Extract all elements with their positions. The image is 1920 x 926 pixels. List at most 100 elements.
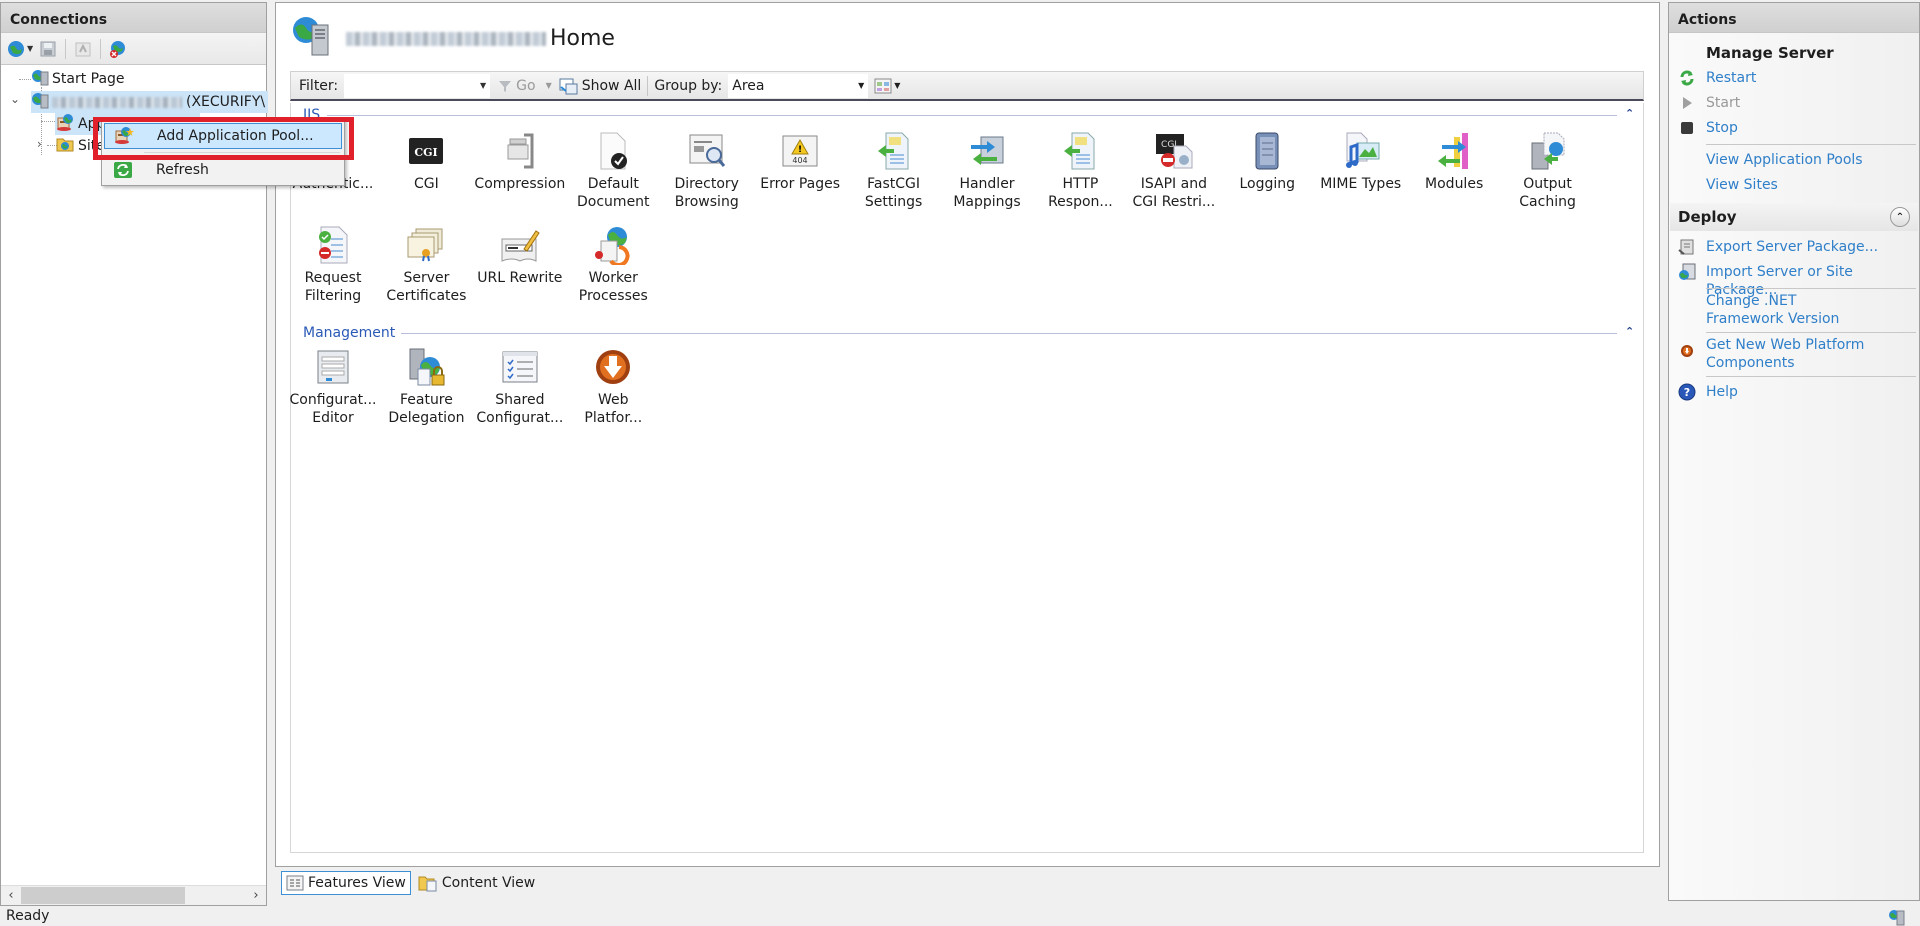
feature-shared-configuration[interactable]: Shared Configurat... [474, 347, 566, 427]
feature-fastcgi[interactable]: FastCGI Settings [848, 131, 940, 211]
toolbar-separator [65, 38, 67, 59]
go-button[interactable]: Go ▼ [498, 78, 552, 94]
collapse-deploy-icon[interactable]: ⌃ [1890, 207, 1910, 227]
feature-output-caching[interactable]: Output Caching [1502, 131, 1594, 211]
action-export-server-package[interactable]: Export Server Package... [1675, 238, 1915, 256]
content-view-icon [418, 876, 437, 892]
action-change-net-framework[interactable]: Change .NET Framework Version [1675, 292, 1885, 328]
restart-label: Restart [1706, 70, 1757, 86]
server-name-redacted [52, 96, 182, 108]
feature-modules[interactable]: Modules [1408, 131, 1500, 193]
filter-dropdown-icon[interactable]: ▼ [480, 81, 486, 90]
deploy-title: Deploy [1678, 208, 1737, 226]
feature-server-certificates[interactable]: Server Certificates [380, 225, 472, 305]
context-menu: Add Application Pool... Refresh [101, 118, 345, 186]
tree-node-start-page[interactable]: Start Page [31, 68, 128, 90]
view-application-pools-label: View Application Pools [1706, 152, 1863, 168]
svg-text:!: ! [798, 145, 802, 155]
view-grid-icon [874, 78, 892, 93]
actions-pane: Actions Manage Server Restart Start Stop… [1668, 2, 1920, 901]
modules-icon [1434, 131, 1474, 171]
feature-label: Shared Configurat... [476, 392, 564, 426]
deploy-section-header[interactable]: Deploy ⌃ [1670, 203, 1918, 231]
start-page-label: Start Page [52, 71, 125, 87]
import-package-icon [1675, 263, 1699, 281]
feature-cgi[interactable]: CGI CGI [380, 131, 472, 193]
action-start[interactable]: Start [1675, 94, 1915, 112]
collapse-iis-icon[interactable]: ⌃ [1625, 107, 1634, 120]
collapse-server-icon[interactable]: ⌄ [10, 92, 20, 106]
tree-node-server[interactable]: (XECURIFY\ [31, 91, 268, 113]
go-dropdown-icon[interactable]: ▼ [546, 81, 552, 90]
view-mode-button[interactable]: ▼ [874, 78, 900, 94]
feature-handler-mappings[interactable]: Handler Mappings [941, 131, 1033, 211]
connect-icon[interactable] [5, 38, 27, 60]
feature-error-pages[interactable]: ! 404 Error Pages [754, 131, 846, 193]
export-server-package-label: Export Server Package... [1706, 239, 1879, 255]
feature-mime-types[interactable]: MIME Types [1315, 131, 1407, 193]
save-icon[interactable] [37, 38, 59, 60]
scroll-left-icon[interactable]: ‹ [1, 888, 21, 903]
menu-item-add-application-pool[interactable]: Add Application Pool... [104, 123, 342, 149]
feature-label: URL Rewrite [477, 270, 563, 286]
filter-input[interactable]: ▼ [344, 73, 491, 98]
action-restart[interactable]: Restart [1675, 69, 1915, 87]
error-pages-icon: ! 404 [780, 131, 820, 171]
feature-url-rewrite[interactable]: URL Rewrite [474, 225, 566, 287]
show-all-button[interactable]: Show All [558, 77, 642, 95]
feature-request-filtering[interactable]: Request Filtering [287, 225, 379, 305]
feature-worker-processes[interactable]: Worker Processes [567, 225, 659, 305]
go-label: Go [516, 77, 536, 94]
directory-browsing-icon [687, 131, 727, 171]
feature-directory-browsing[interactable]: Directory Browsing [661, 131, 753, 211]
tab-features-view[interactable]: Features View [281, 871, 411, 895]
group-by-select[interactable]: Area ▼ [728, 73, 869, 98]
web-platform-small-icon [1675, 342, 1699, 360]
action-help[interactable]: ? Help [1675, 383, 1915, 401]
feature-isapi-cgi[interactable]: CGI ISAPI and CGI Restri... [1128, 131, 1220, 211]
start-label: Start [1706, 95, 1741, 111]
server-home-icon [290, 15, 332, 61]
actions-separator [1706, 144, 1916, 145]
tab-content-view[interactable]: Content View [413, 871, 540, 895]
scrollbar-thumb[interactable] [21, 887, 185, 904]
features-content: IIS ⌃ Management ⌃ Authentic...CGICGICom… [290, 103, 1644, 853]
feature-delegation-icon [406, 347, 446, 387]
group-name-management: Management [303, 325, 396, 341]
feature-configuration-editor[interactable]: Configurat... Editor [287, 347, 379, 427]
action-view-application-pools[interactable]: View Application Pools [1675, 151, 1915, 169]
connect-dropdown-icon[interactable]: ▼ [27, 44, 33, 53]
feature-logging[interactable]: Logging [1221, 131, 1313, 193]
action-stop[interactable]: Stop [1675, 119, 1915, 137]
action-get-web-platform[interactable]: Get New Web Platform Components [1675, 336, 1885, 372]
feature-web-platform[interactable]: Web Platfor... [567, 347, 659, 427]
compression-icon [500, 131, 540, 171]
feature-default-document[interactable]: Default Document [567, 131, 659, 211]
feature-http-response[interactable]: HTTP Respon... [1034, 131, 1126, 211]
feature-feature-delegation[interactable]: Feature Delegation [380, 347, 472, 427]
connections-horizontal-scrollbar[interactable]: ‹ › [1, 885, 266, 905]
disconnect-icon[interactable] [107, 38, 129, 60]
action-view-sites[interactable]: View Sites [1675, 176, 1915, 194]
menu-item-refresh[interactable]: Refresh [104, 157, 342, 183]
page-header: Home [290, 15, 615, 61]
change-net-framework-label: Change .NET Framework Version [1706, 293, 1840, 327]
show-all-label: Show All [581, 77, 642, 94]
feature-label: FastCGI Settings [864, 176, 923, 210]
server-user-label: (XECURIFY\ [186, 94, 266, 110]
scroll-right-icon[interactable]: › [246, 888, 266, 903]
expand-sites-icon[interactable]: › [37, 137, 42, 151]
sites-folder-icon [55, 135, 75, 157]
shared-configuration-icon [500, 347, 540, 387]
svg-text:CGI: CGI [415, 146, 438, 159]
feature-compression[interactable]: Compression [474, 131, 566, 193]
group-header-management[interactable]: Management [303, 325, 395, 341]
feature-label: Logging [1239, 176, 1296, 192]
feature-label: Directory Browsing [674, 176, 739, 210]
stop-icon [1675, 119, 1699, 137]
toolbar-separator [100, 38, 102, 59]
help-icon: ? [1675, 383, 1699, 401]
up-level-icon[interactable] [72, 38, 94, 60]
server-status-icon [1888, 908, 1906, 926]
collapse-management-icon[interactable]: ⌃ [1625, 325, 1634, 338]
